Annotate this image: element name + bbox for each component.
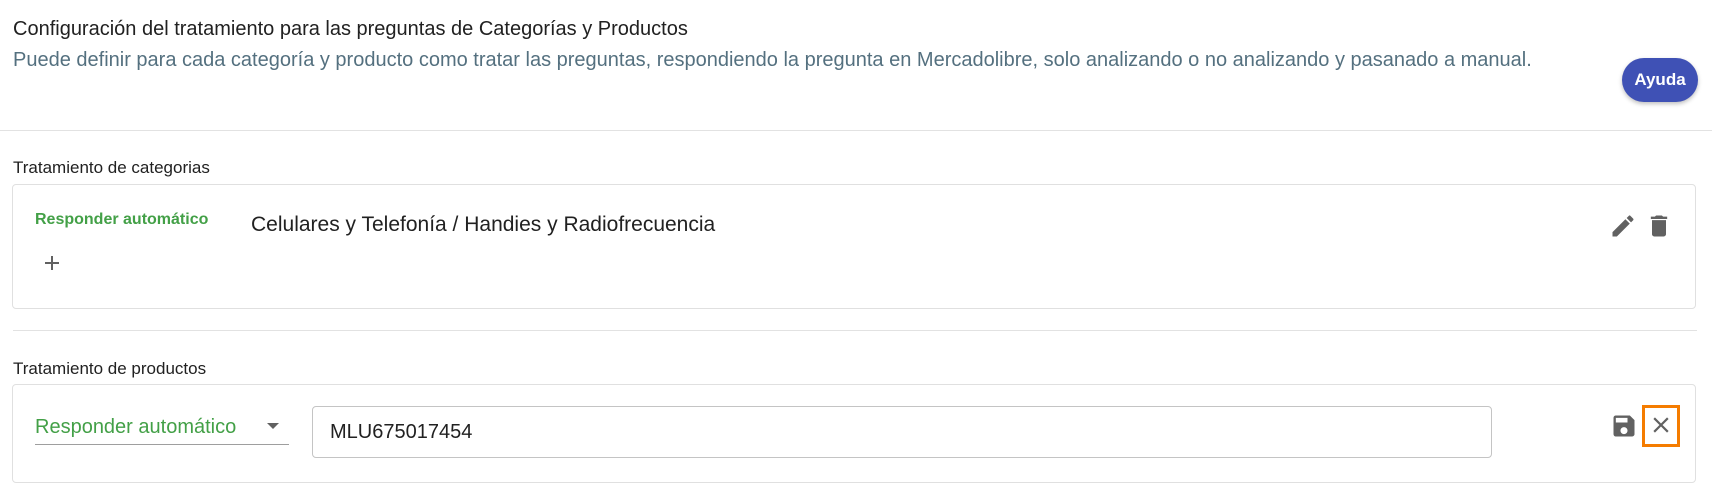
header-divider (0, 130, 1712, 131)
category-name: Celulares y Telefonía / Handies y Radiof… (251, 213, 716, 236)
page-header: Configuración del tratamiento para las p… (13, 16, 1603, 76)
products-panel: Responder automático (12, 384, 1696, 483)
close-icon (1648, 412, 1674, 441)
product-mode-select[interactable]: Responder automático (35, 411, 289, 445)
help-button[interactable]: Ayuda (1622, 58, 1698, 102)
cancel-product-button[interactable] (1642, 405, 1680, 447)
edit-category-button[interactable] (1607, 211, 1639, 243)
delete-icon (1645, 212, 1673, 243)
save-product-button[interactable] (1607, 410, 1641, 444)
product-mode-value: Responder automático (35, 416, 237, 438)
dropdown-arrow-icon (267, 423, 279, 429)
add-icon (40, 251, 64, 278)
add-category-button[interactable] (39, 251, 65, 277)
products-section-label: Tratamiento de productos (13, 359, 207, 378)
page-description: Puede definir para cada categoría y prod… (13, 49, 1532, 71)
page-title: Configuración del tratamiento para las p… (13, 18, 688, 40)
categories-panel: Responder automático Celulares y Telefon… (12, 184, 1696, 309)
delete-category-button[interactable] (1643, 211, 1675, 243)
categories-section-label: Tratamiento de categorias (13, 158, 210, 177)
section-divider (13, 330, 1697, 331)
save-icon (1610, 412, 1638, 443)
edit-icon (1609, 212, 1637, 243)
category-mode-label[interactable]: Responder automático (35, 211, 208, 229)
product-id-input[interactable] (312, 406, 1492, 458)
